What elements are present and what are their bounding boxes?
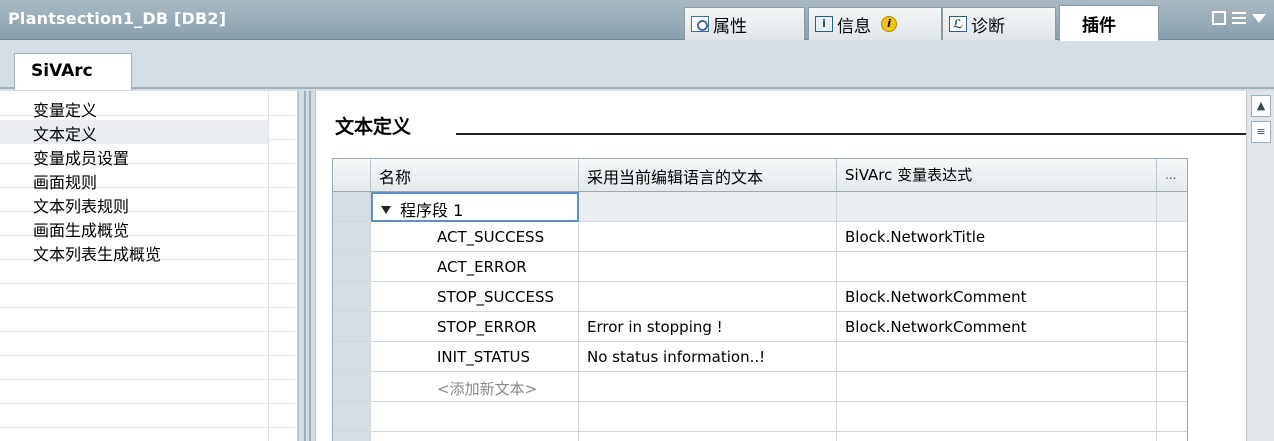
cell-expression[interactable] (837, 252, 1157, 282)
row-selector[interactable] (333, 372, 371, 402)
section-rule (456, 133, 1246, 135)
cell-more (1157, 432, 1187, 441)
row-selector[interactable] (333, 312, 371, 342)
cell-more (1157, 312, 1187, 342)
cell-more (1157, 372, 1187, 402)
nav-item-text-list-generation-overview[interactable]: 文本列表生成概览 (0, 240, 268, 264)
group-row-more (1157, 192, 1187, 222)
cell-expression (837, 372, 1157, 402)
add-new-text-cell[interactable]: <添加新文本> (371, 372, 579, 402)
cell-expression[interactable]: Block.NetworkComment (837, 282, 1157, 312)
section-title: 文本定义 (335, 112, 422, 139)
tab-sivarc[interactable]: SiVArc (14, 53, 132, 90)
info-badge-icon: i (881, 16, 897, 32)
nav-column-divider (268, 91, 269, 441)
cell-expression[interactable] (837, 342, 1157, 372)
nav-divider (0, 283, 296, 284)
column-header-name[interactable]: 名称 (371, 159, 579, 192)
cell-text[interactable] (579, 252, 837, 282)
tab-info[interactable]: i 信息 i (808, 7, 942, 40)
nav-divider (0, 427, 296, 428)
collapse-triangle-icon[interactable] (381, 206, 391, 214)
nav-divider (0, 355, 296, 356)
cell-name[interactable]: STOP_SUCCESS (371, 282, 579, 312)
list-icon[interactable] (1232, 12, 1246, 24)
cell-text[interactable] (579, 222, 837, 252)
column-header-expression[interactable]: SiVArc 变量表达式 (837, 159, 1157, 192)
nav-item-text-definitions[interactable]: 文本定义 (0, 120, 268, 144)
row-selector[interactable] (333, 402, 371, 432)
nav-divider (0, 379, 296, 380)
tab-diagnostics[interactable]: ℒ 诊断 (942, 7, 1056, 40)
row-selector[interactable] (333, 222, 371, 252)
cell-more (1157, 402, 1187, 432)
nav-divider (0, 331, 296, 332)
scroll-thumb-icon[interactable]: ≡ (1251, 121, 1271, 143)
row-selector[interactable] (333, 432, 371, 441)
scroll-up-icon[interactable]: ▲ (1251, 95, 1271, 117)
restore-icon[interactable] (1212, 11, 1226, 25)
tab-plugins[interactable]: 插件 (1059, 5, 1159, 41)
nav-divider (0, 403, 296, 404)
tab-plugins-label: 插件 (1082, 16, 1116, 36)
nav-item-text-list-rules[interactable]: 文本列表规则 (0, 192, 268, 216)
cell-expression[interactable]: Block.NetworkTitle (837, 222, 1157, 252)
tab-diagnostics-label: 诊断 (971, 16, 1005, 37)
cell-text[interactable]: Error in stopping ! (579, 312, 837, 342)
row-selector[interactable] (333, 192, 371, 222)
tab-info-label: 信息 (837, 16, 871, 37)
diagnostics-icon: ℒ (949, 16, 967, 32)
window-title: Plantsection1_DB [DB2] (8, 9, 227, 28)
cell-text[interactable]: No status information..! (579, 342, 837, 372)
cell-expression[interactable]: Block.NetworkComment (837, 312, 1157, 342)
chevron-down-icon[interactable] (1252, 13, 1266, 23)
column-header-more[interactable]: ... (1157, 159, 1187, 192)
cell-more (1157, 342, 1187, 372)
cell-name[interactable]: ACT_ERROR (371, 252, 579, 282)
sivarc-nav-panel: 变量定义 文本定义 变量成员设置 画面规则 文本列表规则 画面生成概览 文本列表… (0, 91, 298, 441)
cell-text[interactable] (579, 282, 837, 312)
row-selector[interactable] (333, 282, 371, 312)
properties-icon (691, 16, 709, 32)
tab-properties[interactable]: 属性 (684, 7, 805, 40)
cell-more (1157, 282, 1187, 312)
cell-text (579, 432, 837, 441)
nav-item-tag-definitions[interactable]: 变量定义 (0, 96, 268, 120)
cell-name[interactable]: INIT_STATUS (371, 342, 579, 372)
row-selector[interactable] (333, 342, 371, 372)
column-header-text[interactable]: 采用当前编辑语言的文本 (579, 159, 837, 192)
group-row-text (579, 192, 837, 222)
tab-properties-label: 属性 (713, 16, 747, 37)
cell-name[interactable]: STOP_ERROR (371, 312, 579, 342)
cell-name (371, 402, 579, 432)
nav-item-screen-rules[interactable]: 画面规则 (0, 168, 268, 192)
group-row-expression (837, 192, 1157, 222)
vertical-scrollbar[interactable]: ▲ ≡ (1246, 91, 1274, 441)
table-corner-header (333, 159, 371, 192)
nav-item-screen-generation-overview[interactable]: 画面生成概览 (0, 216, 268, 240)
plugin-tab-row: SiVArc (0, 41, 1274, 90)
text-definitions-table: 名称 采用当前编辑语言的文本 SiVArc 变量表达式 ... 程序段 1 AC… (332, 158, 1188, 441)
cell-text (579, 402, 837, 432)
cell-more (1157, 252, 1187, 282)
cell-more (1157, 222, 1187, 252)
row-selector[interactable] (333, 252, 371, 282)
cell-name (371, 432, 579, 441)
cell-expression (837, 432, 1157, 441)
window-controls (1212, 11, 1266, 25)
cell-name[interactable]: ACT_SUCCESS (371, 222, 579, 252)
info-icon: i (815, 16, 833, 32)
nav-item-tag-member-settings[interactable]: 变量成员设置 (0, 144, 268, 168)
inspector-title-bar: Plantsection1_DB [DB2] 属性 i 信息 i ℒ 诊断 插件 (0, 0, 1274, 41)
panel-splitter[interactable] (298, 91, 316, 441)
cell-expression (837, 402, 1157, 432)
group-row-name[interactable]: 程序段 1 (371, 192, 579, 222)
group-label: 程序段 1 (400, 201, 464, 220)
nav-divider (0, 307, 296, 308)
cell-text (579, 372, 837, 402)
